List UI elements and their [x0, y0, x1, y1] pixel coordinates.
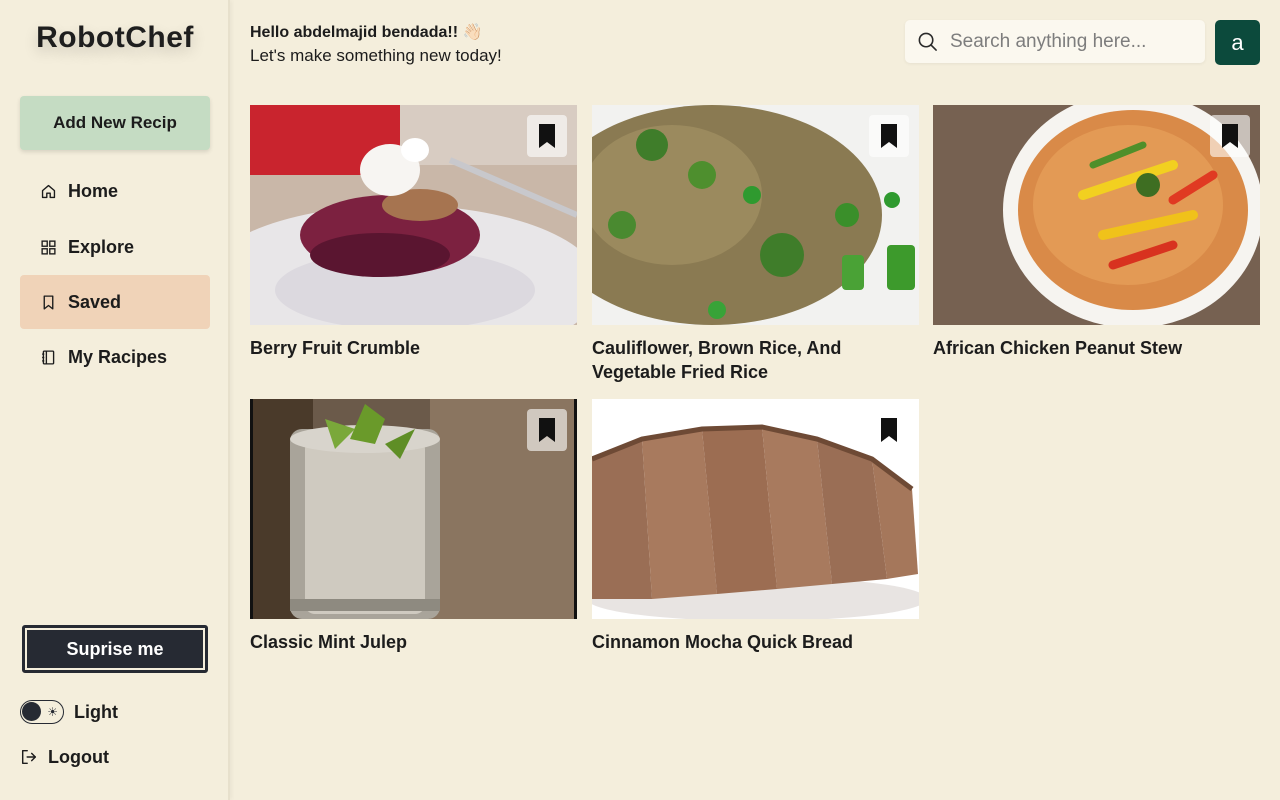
- home-icon: [41, 184, 56, 198]
- recipe-title[interactable]: Cauliflower, Brown Rice, And Vegetable F…: [592, 336, 919, 384]
- bookmark-button[interactable]: [1210, 115, 1250, 157]
- search-icon: [918, 32, 937, 51]
- notebook-icon: [42, 349, 55, 365]
- bookmark-icon: [43, 294, 54, 310]
- theme-toggle[interactable]: ☀: [20, 700, 64, 724]
- recipe-title[interactable]: Cinnamon Mocha Quick Bread: [592, 630, 919, 654]
- toggle-knob: [22, 702, 41, 721]
- sun-icon: ☀: [47, 705, 58, 719]
- sidebar-item-label: Home: [68, 180, 119, 201]
- recipe-image[interactable]: [592, 399, 919, 619]
- grid-icon: [41, 239, 56, 255]
- recipe-image[interactable]: [250, 105, 577, 325]
- sidebar-item-my-recipes[interactable]: My Racipes: [20, 330, 210, 384]
- avatar[interactable]: a: [1215, 20, 1260, 65]
- bookmark-button[interactable]: [869, 409, 909, 451]
- recipe-card[interactable]: Cauliflower, Brown Rice, And Vegetable F…: [592, 105, 919, 384]
- sidebar-item-label: Explore: [68, 236, 135, 257]
- recipe-card[interactable]: Berry Fruit Crumble: [250, 105, 577, 360]
- bookmark-filled-icon: [539, 418, 555, 442]
- bookmark-filled-icon: [1222, 124, 1238, 148]
- recipe-image[interactable]: [250, 399, 577, 619]
- greeting-subtitle: Let's make something new today!: [250, 46, 502, 65]
- bookmark-button[interactable]: [527, 409, 567, 451]
- sidebar-item-label: Saved: [68, 291, 122, 312]
- recipe-title[interactable]: Classic Mint Julep: [250, 630, 577, 654]
- sidebar-item-home[interactable]: Home: [20, 164, 210, 218]
- sidebar-item-saved[interactable]: Saved: [20, 275, 210, 329]
- bookmark-filled-icon: [881, 418, 897, 442]
- recipe-card[interactable]: Classic Mint Julep: [250, 399, 577, 654]
- bookmark-button[interactable]: [869, 115, 909, 157]
- app-logo[interactable]: RobotChef: [22, 12, 208, 64]
- recipe-card[interactable]: African Chicken Peanut Stew: [933, 105, 1260, 360]
- recipe-title[interactable]: Berry Fruit Crumble: [250, 336, 577, 360]
- recipe-image[interactable]: [933, 105, 1260, 325]
- theme-toggle-row: ☀ Light: [20, 699, 118, 725]
- surprise-me-button[interactable]: Suprise me: [22, 625, 208, 673]
- recipe-card[interactable]: Cinnamon Mocha Quick Bread: [592, 399, 919, 654]
- bookmark-button[interactable]: [527, 115, 567, 157]
- add-new-recipe-button[interactable]: Add New Recip: [20, 96, 210, 150]
- theme-label: Light: [74, 701, 118, 722]
- sidebar-item-explore[interactable]: Explore: [20, 220, 210, 274]
- greeting: Hello abdelmajid bendada!! 👋🏻 Let's make…: [250, 22, 502, 68]
- logout-label: Logout: [48, 746, 109, 767]
- sidebar: RobotChef Add New Recip Home Explore Sav…: [0, 0, 230, 800]
- bookmark-filled-icon: [881, 124, 897, 148]
- greeting-title: Hello abdelmajid bendada!! 👋🏻: [250, 24, 483, 41]
- logout-icon: [21, 749, 37, 765]
- sidebar-item-label: My Racipes: [68, 346, 168, 367]
- recipe-image[interactable]: [592, 105, 919, 325]
- logout-button[interactable]: Logout: [20, 744, 109, 770]
- search-input[interactable]: [950, 30, 1190, 53]
- recipe-title[interactable]: African Chicken Peanut Stew: [933, 336, 1260, 360]
- search-bar[interactable]: [905, 20, 1205, 63]
- bookmark-filled-icon: [539, 124, 555, 148]
